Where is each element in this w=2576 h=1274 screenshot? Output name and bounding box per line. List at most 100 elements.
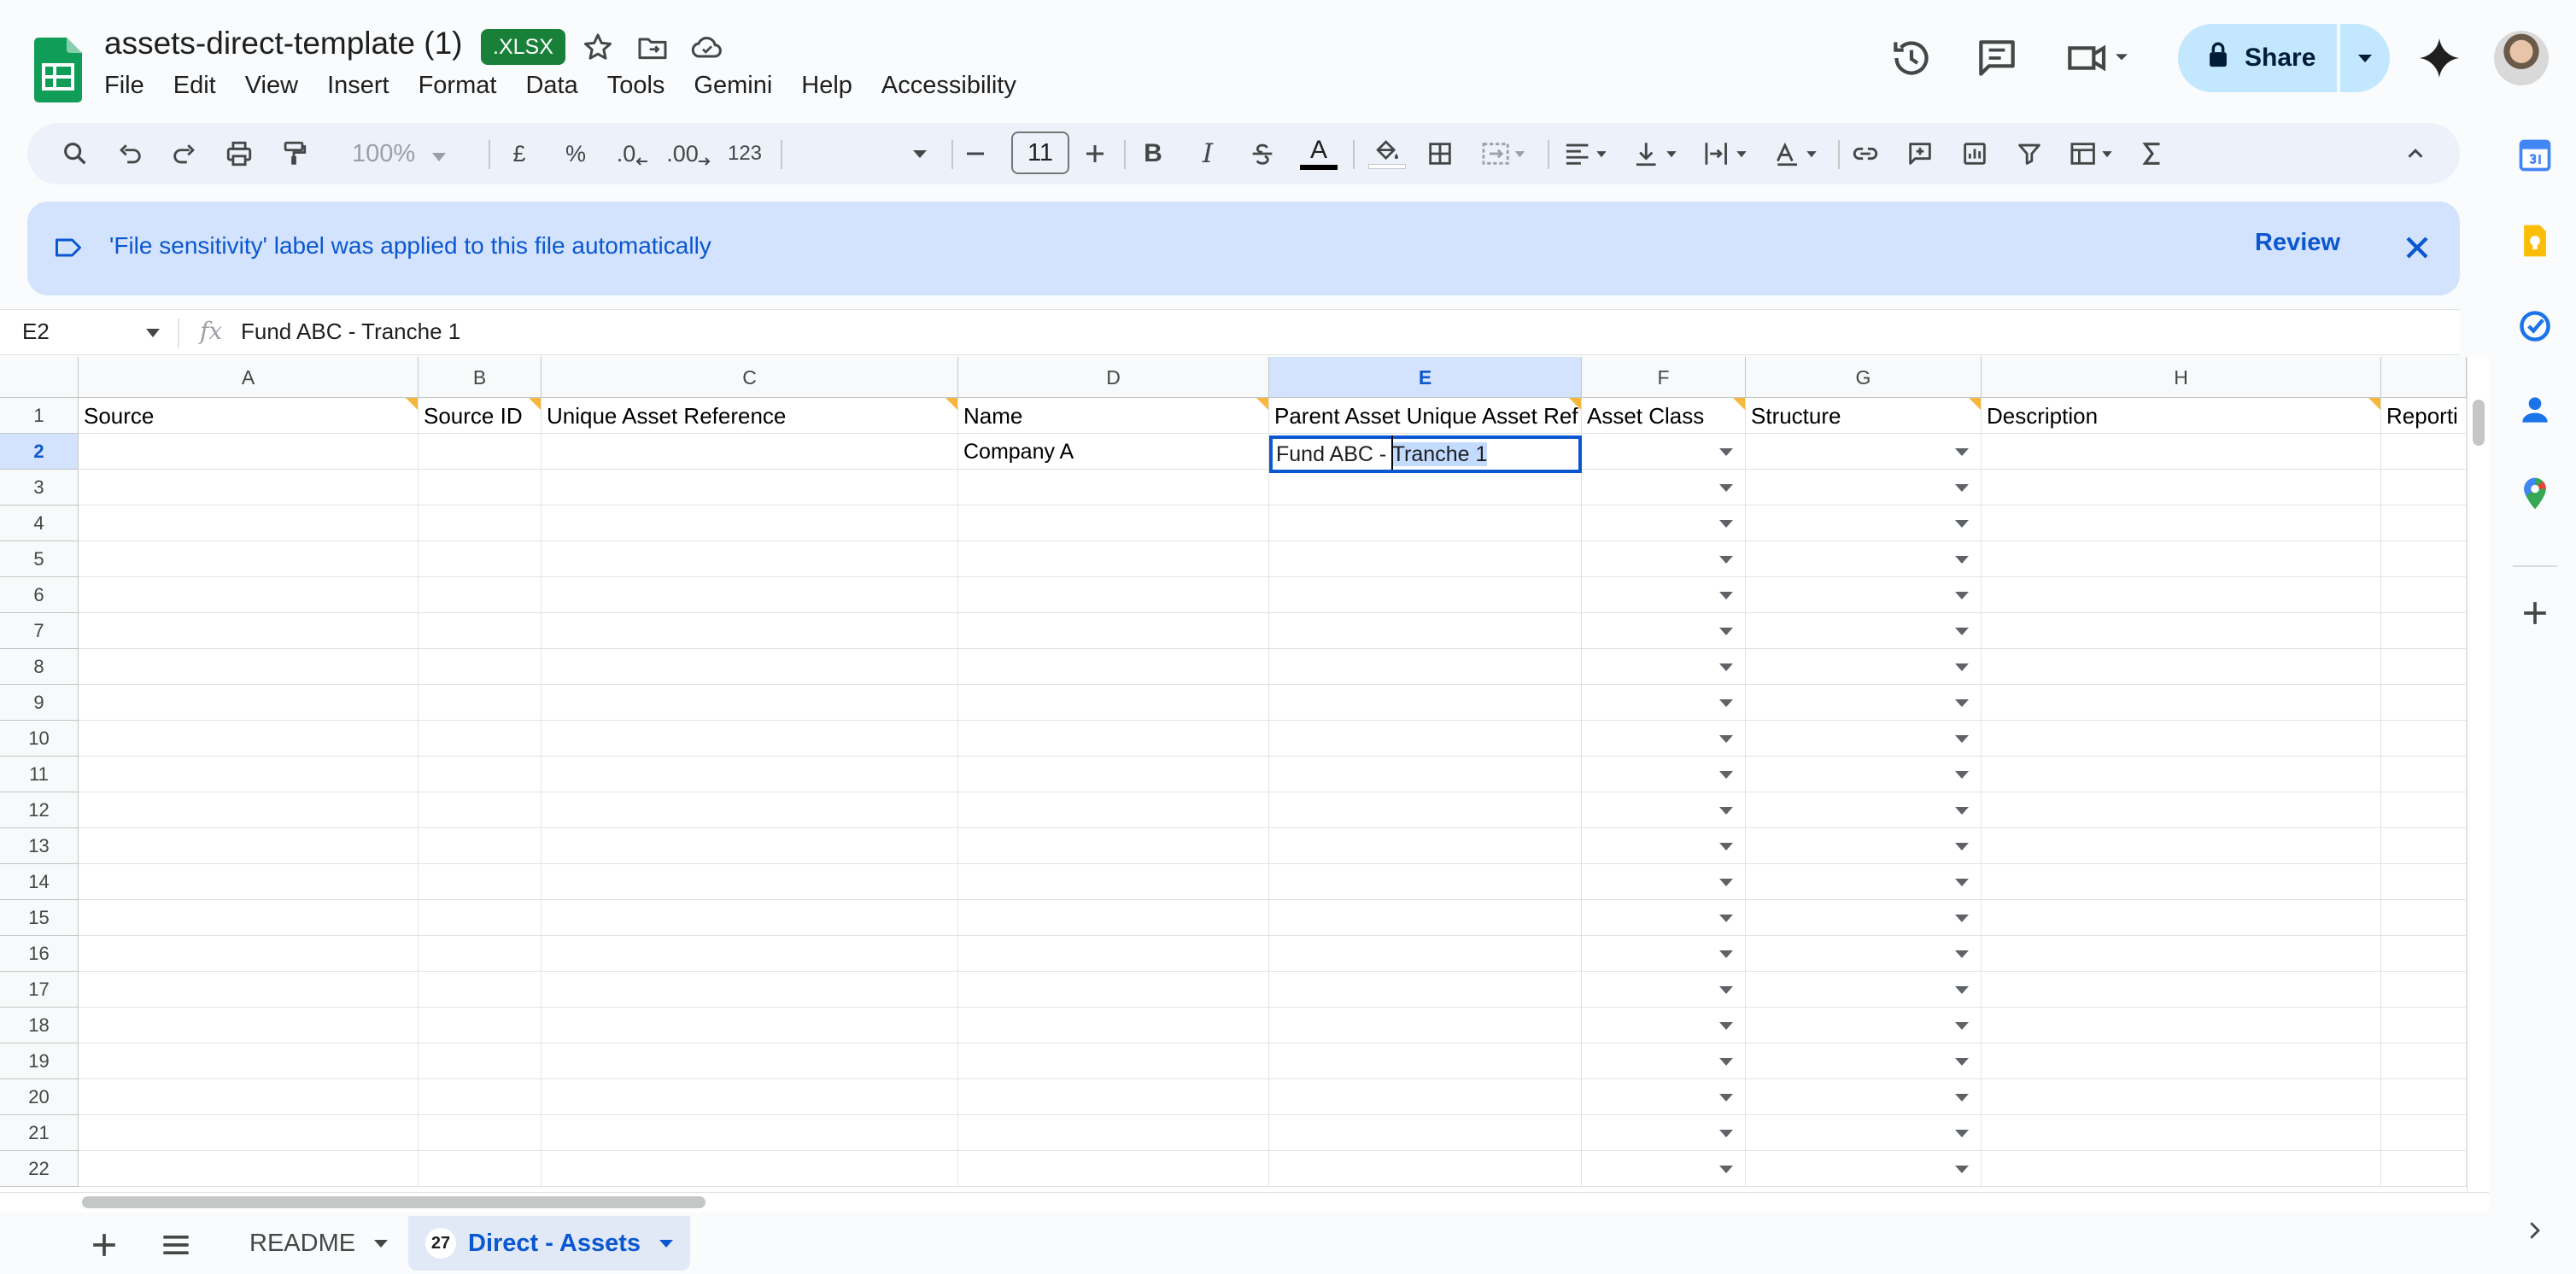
row-header-15[interactable]: 15 (0, 900, 79, 936)
header-cell[interactable]: Description (1982, 398, 2381, 434)
row-header-17[interactable]: 17 (0, 972, 79, 1008)
borders-icon[interactable] (1421, 135, 1459, 172)
row-header-18[interactable]: 18 (0, 1008, 79, 1043)
cell[interactable] (958, 470, 1269, 506)
menu-insert[interactable]: Insert (313, 68, 404, 102)
cell[interactable] (542, 864, 958, 900)
cell[interactable] (419, 577, 542, 613)
cell[interactable] (958, 541, 1269, 577)
cell[interactable] (419, 649, 542, 685)
cell-note-indicator-icon[interactable] (406, 398, 418, 410)
cell[interactable] (958, 649, 1269, 685)
dropdown-chip-caret-icon[interactable] (1955, 735, 1969, 743)
dropdown-chip-caret-icon[interactable] (1955, 771, 1969, 779)
cell[interactable] (542, 685, 958, 721)
dropdown-chip-caret-icon[interactable] (1719, 1130, 1733, 1137)
dropdown-chip-caret-icon[interactable] (1719, 448, 1733, 456)
cell[interactable] (1746, 1043, 1982, 1079)
vertical-align-icon[interactable] (1628, 135, 1686, 172)
cell[interactable] (1982, 577, 2381, 613)
cell[interactable] (2381, 900, 2467, 936)
cell[interactable] (79, 828, 419, 864)
dropdown-chip-caret-icon[interactable] (1719, 1022, 1733, 1030)
row-header-21[interactable]: 21 (0, 1115, 79, 1151)
cell[interactable] (1269, 613, 1582, 649)
cell[interactable] (1269, 685, 1582, 721)
cell[interactable] (1582, 685, 1746, 721)
cell[interactable] (1269, 1115, 1582, 1151)
cell[interactable] (2381, 936, 2467, 972)
contacts-icon[interactable] (2516, 391, 2554, 429)
column-header-c[interactable]: C (542, 357, 958, 398)
cell-note-indicator-icon[interactable] (1969, 398, 1981, 410)
cell[interactable] (1746, 1115, 1982, 1151)
dropdown-chip-caret-icon[interactable] (1955, 1166, 1969, 1173)
all-sheets-menu-icon[interactable] (157, 1226, 195, 1264)
cell[interactable] (1746, 828, 1982, 864)
cell[interactable] (1746, 541, 1982, 577)
row-header-12[interactable]: 12 (0, 792, 79, 828)
cell[interactable] (2381, 792, 2467, 828)
menu-view[interactable]: View (231, 68, 313, 102)
cell[interactable] (2381, 1008, 2467, 1043)
increase-font-size-icon[interactable] (1076, 135, 1114, 172)
horizontal-align-icon[interactable] (1558, 135, 1616, 172)
cell[interactable] (1269, 828, 1582, 864)
header-cell[interactable]: Parent Asset Unique Asset Ref (1269, 398, 1582, 434)
cell[interactable] (2381, 434, 2467, 470)
redo-icon[interactable] (166, 135, 203, 172)
header-cell[interactable]: Source ID (419, 398, 542, 434)
cell[interactable] (542, 936, 958, 972)
cell[interactable] (1582, 1151, 1746, 1187)
cell[interactable] (1582, 936, 1746, 972)
dropdown-chip-caret-icon[interactable] (1955, 484, 1969, 492)
cell[interactable] (1746, 577, 1982, 613)
zoom-select[interactable]: 100% (352, 135, 471, 172)
cell[interactable] (1746, 1079, 1982, 1115)
cell[interactable] (2381, 721, 2467, 757)
header-cell[interactable]: Unique Asset Reference (542, 398, 958, 434)
cell[interactable] (542, 1043, 958, 1079)
cell[interactable] (1982, 470, 2381, 506)
cell[interactable] (1269, 1079, 1582, 1115)
row-header-4[interactable]: 4 (0, 506, 79, 541)
header-cell[interactable]: Structure (1746, 398, 1982, 434)
cell[interactable] (958, 900, 1269, 936)
cell[interactable] (419, 900, 542, 936)
text-wrapping-icon[interactable] (1698, 135, 1756, 172)
cell[interactable] (1746, 1008, 1982, 1043)
cell[interactable] (1982, 900, 2381, 936)
cell[interactable] (79, 1008, 419, 1043)
cell[interactable] (79, 972, 419, 1008)
cell[interactable] (2381, 1079, 2467, 1115)
cell[interactable] (542, 1115, 958, 1151)
cell[interactable] (2381, 828, 2467, 864)
cell[interactable] (958, 1115, 1269, 1151)
menu-format[interactable]: Format (404, 68, 512, 102)
close-icon[interactable] (2398, 229, 2436, 271)
row-header-22[interactable]: 22 (0, 1151, 79, 1187)
cell[interactable] (79, 1115, 419, 1151)
cell[interactable] (1582, 721, 1746, 757)
cell[interactable] (1269, 936, 1582, 972)
cell[interactable] (2381, 613, 2467, 649)
cell[interactable] (419, 613, 542, 649)
vertical-scroll-thumb[interactable] (2473, 400, 2485, 446)
sheet-tab-direct-assets[interactable]: 27 Direct - Assets (408, 1216, 691, 1271)
menu-edit[interactable]: Edit (159, 68, 231, 102)
cell[interactable] (1982, 685, 2381, 721)
spreadsheet-grid[interactable]: ABCDEFGH 1 2 3 4 5 6 7 8 9 10 11 12 13 14 15 16 17 18 19 20… (0, 357, 2467, 1192)
text-color-button[interactable]: A (1297, 135, 1341, 172)
cell[interactable] (419, 1008, 542, 1043)
account-avatar[interactable] (2494, 31, 2549, 85)
cell[interactable] (79, 1151, 419, 1187)
cell[interactable] (958, 721, 1269, 757)
cell[interactable] (1582, 1115, 1746, 1151)
cell[interactable] (1746, 864, 1982, 900)
row-header-14[interactable]: 14 (0, 864, 79, 900)
dropdown-chip-caret-icon[interactable] (1719, 807, 1733, 815)
vertical-scrollbar[interactable] (2467, 357, 2489, 1192)
dropdown-chip-caret-icon[interactable] (1955, 628, 1969, 635)
cell[interactable] (419, 685, 542, 721)
dropdown-chip-caret-icon[interactable] (1955, 1094, 1969, 1102)
